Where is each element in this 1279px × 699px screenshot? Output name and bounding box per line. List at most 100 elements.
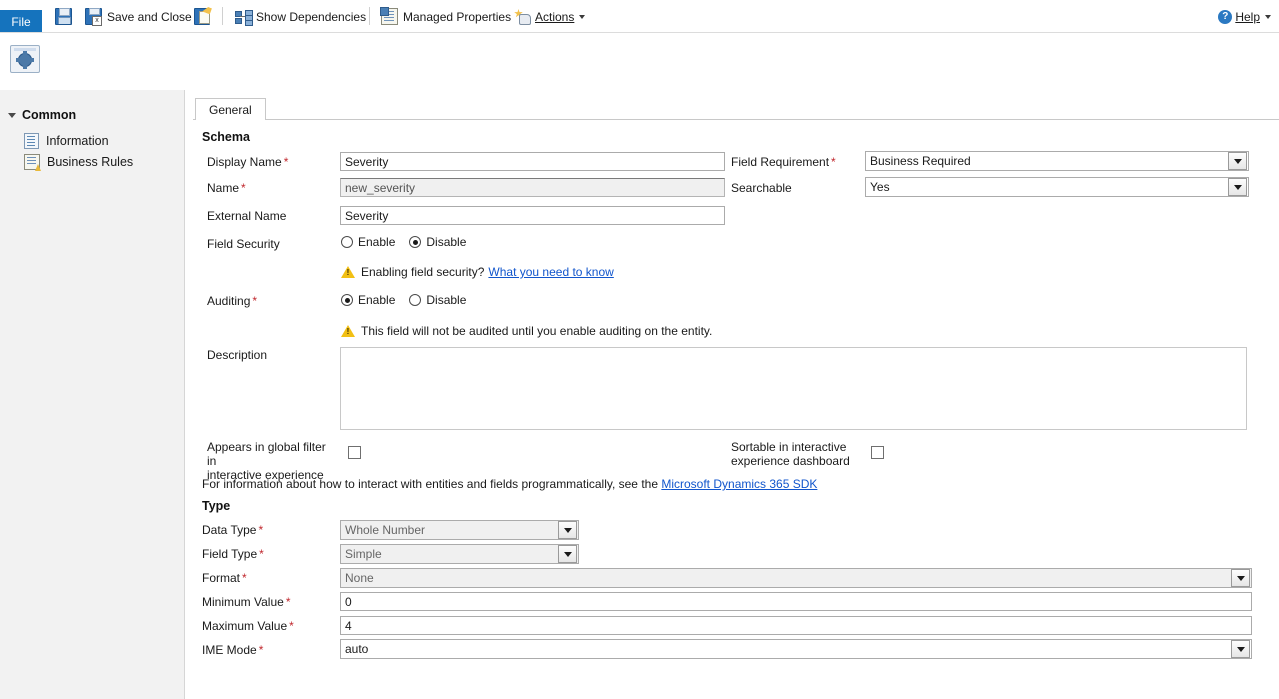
- required-asterisk: *: [259, 547, 264, 561]
- required-asterisk: *: [252, 294, 257, 308]
- tab-underline: [193, 119, 1279, 120]
- data-type-label-text: Data Type: [202, 523, 256, 537]
- searchable-value: Yes: [866, 180, 1228, 194]
- chevron-down-icon[interactable]: [1231, 640, 1250, 658]
- toolbar-separator: [222, 7, 223, 25]
- sidebar-item-label: Business Rules: [47, 155, 133, 169]
- auditing-label-text: Auditing: [207, 294, 250, 308]
- required-asterisk: *: [289, 619, 294, 633]
- field-security-enable-label: Enable: [358, 235, 395, 249]
- field-requirement-value: Business Required: [866, 154, 1228, 168]
- format-label-text: Format: [202, 571, 240, 585]
- auditing-disable-label: Disable: [426, 293, 466, 307]
- name-label-text: Name: [207, 181, 239, 195]
- field-type-label-text: Field Type: [202, 547, 257, 561]
- field-type-value: Simple: [341, 547, 558, 561]
- field-security-warning-text: Enabling field security?: [361, 265, 484, 279]
- actions-label: Actions: [535, 10, 574, 24]
- format-select[interactable]: None: [340, 568, 1252, 588]
- field-security-enable-radio[interactable]: Enable: [341, 235, 395, 249]
- name-input: new_severity: [340, 178, 725, 197]
- page-header: Field Severity of Ticket Working on solu…: [0, 33, 1279, 90]
- format-label: Format*: [202, 571, 247, 585]
- display-name-label: Display Name*: [207, 155, 288, 169]
- sidebar-divider: [184, 90, 185, 699]
- minimum-value-label: Minimum Value*: [202, 595, 290, 609]
- sdk-note-text: For information about how to interact wi…: [202, 477, 658, 491]
- help-chevron-down-icon: [1265, 15, 1271, 19]
- maximum-value-input[interactable]: 4: [340, 616, 1252, 635]
- show-dependencies-button[interactable]: Show Dependencies: [235, 5, 366, 28]
- sdk-note: For information about how to interact wi…: [202, 477, 817, 491]
- ime-mode-label-text: IME Mode: [202, 643, 257, 657]
- auditing-warning: This field will not be audited until you…: [341, 324, 712, 338]
- description-textarea[interactable]: [340, 347, 1247, 430]
- save-icon: [55, 8, 72, 25]
- help-button[interactable]: ? Help: [1218, 5, 1271, 28]
- save-as-icon: [194, 8, 210, 25]
- minimum-value-label-text: Minimum Value: [202, 595, 284, 609]
- chevron-down-icon[interactable]: [1228, 178, 1247, 196]
- chevron-down-icon: [8, 113, 16, 118]
- global-filter-label-line1: Appears in global filter in: [207, 440, 326, 468]
- chevron-down-icon[interactable]: [1231, 569, 1250, 587]
- auditing-disable-radio[interactable]: Disable: [409, 293, 466, 307]
- save-as-button[interactable]: [194, 5, 210, 28]
- ribbon-toolbar: File Save and Close Show Dependencies Ma…: [0, 0, 1279, 33]
- save-and-close-button[interactable]: Save and Close: [85, 5, 192, 28]
- information-icon: [24, 133, 39, 149]
- type-section-title: Type: [202, 499, 230, 513]
- field-requirement-label: Field Requirement*: [731, 155, 836, 169]
- data-type-select: Whole Number: [340, 520, 579, 540]
- field-security-warning-link[interactable]: What you need to know: [488, 265, 613, 279]
- ime-mode-label: IME Mode*: [202, 643, 263, 657]
- global-filter-label: Appears in global filter in interactive …: [207, 440, 337, 482]
- warning-icon: [341, 325, 355, 337]
- field-type-label: Field Type*: [202, 547, 264, 561]
- required-asterisk: *: [286, 595, 291, 609]
- display-name-input[interactable]: Severity: [340, 152, 725, 171]
- global-filter-checkbox[interactable]: [348, 446, 361, 459]
- chevron-down-icon: [558, 545, 577, 563]
- auditing-radio-group: Enable Disable: [341, 293, 466, 307]
- minimum-value-input[interactable]: 0: [340, 592, 1252, 611]
- format-value: None: [341, 571, 1231, 585]
- display-name-label-text: Display Name: [207, 155, 282, 169]
- field-security-disable-radio[interactable]: Disable: [409, 235, 466, 249]
- sidebar-item-information[interactable]: Information: [24, 132, 109, 150]
- sdk-note-link[interactable]: Microsoft Dynamics 365 SDK: [661, 477, 817, 491]
- name-label: Name*: [207, 181, 246, 195]
- managed-properties-icon: [381, 8, 398, 25]
- data-type-value: Whole Number: [341, 523, 558, 537]
- searchable-select[interactable]: Yes: [865, 177, 1249, 197]
- required-asterisk: *: [242, 571, 247, 585]
- business-rules-icon: [24, 154, 40, 170]
- ime-mode-select[interactable]: auto: [340, 639, 1252, 659]
- file-tab[interactable]: File: [0, 10, 42, 33]
- save-button[interactable]: [55, 5, 72, 28]
- dependencies-icon: [235, 10, 251, 24]
- sortable-checkbox[interactable]: [871, 446, 884, 459]
- sortable-label: Sortable in interactive experience dashb…: [731, 440, 861, 468]
- tab-general[interactable]: General: [195, 98, 266, 120]
- managed-properties-label: Managed Properties: [403, 10, 511, 24]
- schema-section-title: Schema: [202, 130, 250, 144]
- auditing-warning-text: This field will not be audited until you…: [361, 324, 712, 338]
- sidebar-group-label: Common: [22, 108, 76, 122]
- sidebar-group-common[interactable]: Common: [8, 108, 76, 122]
- field-type-select: Simple: [340, 544, 579, 564]
- auditing-enable-radio[interactable]: Enable: [341, 293, 395, 307]
- ime-mode-value: auto: [341, 642, 1231, 656]
- field-requirement-label-text: Field Requirement: [731, 155, 829, 169]
- searchable-label: Searchable: [731, 181, 792, 195]
- warning-icon: [341, 266, 355, 278]
- sidebar-item-business-rules[interactable]: Business Rules: [24, 153, 133, 171]
- auditing-label: Auditing*: [207, 294, 257, 308]
- field-requirement-select[interactable]: Business Required: [865, 151, 1249, 171]
- actions-button[interactable]: Actions: [514, 5, 585, 28]
- external-name-input[interactable]: Severity: [340, 206, 725, 225]
- chevron-down-icon[interactable]: [1228, 152, 1247, 170]
- radio-circle-icon: [409, 294, 421, 306]
- managed-properties-button[interactable]: Managed Properties: [381, 5, 511, 28]
- actions-icon: [514, 9, 530, 24]
